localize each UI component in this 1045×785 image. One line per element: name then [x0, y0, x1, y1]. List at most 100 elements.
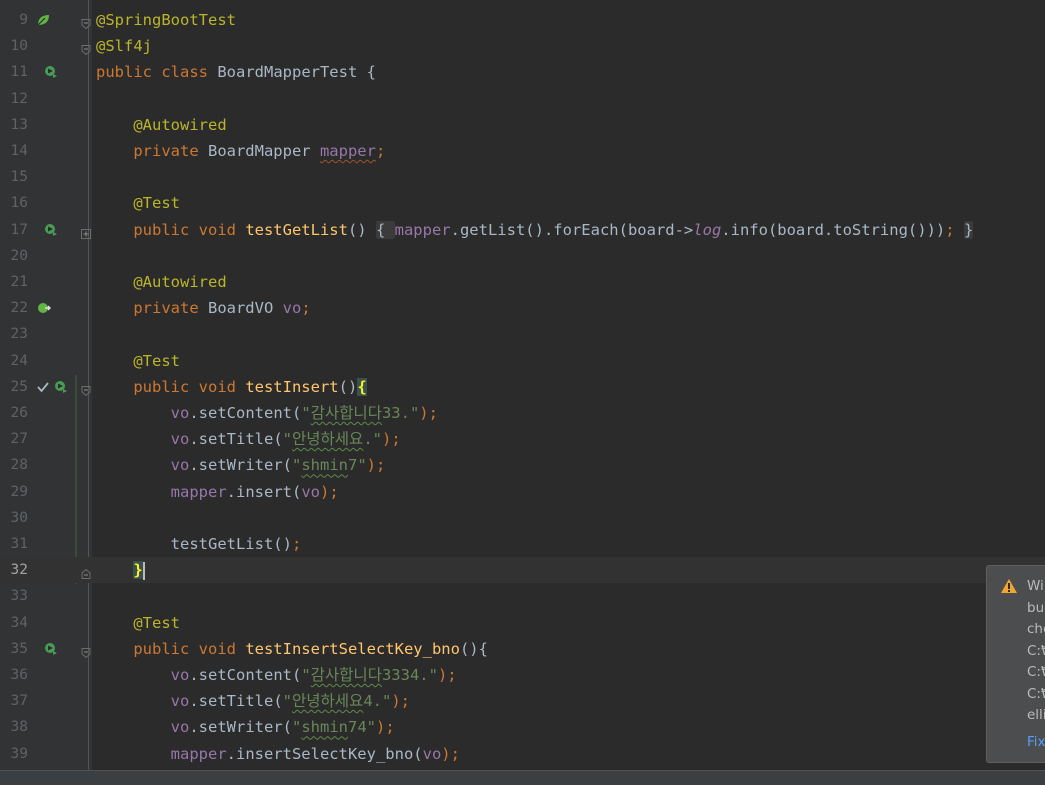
line-number[interactable]: 30 — [0, 505, 28, 531]
code-text[interactable]: @Test — [96, 190, 180, 216]
line-number[interactable]: 25 — [0, 374, 28, 400]
code-line[interactable]: 10 @Slf4j — [0, 33, 1045, 59]
line-number[interactable]: 33 — [0, 583, 28, 609]
code-text[interactable]: vo.setContent("감사합니다33."); — [96, 400, 438, 426]
line-number[interactable]: 20 — [0, 243, 28, 269]
line-number[interactable]: 9 — [0, 7, 28, 33]
code-line[interactable]: 23 — [0, 321, 1045, 347]
line-number[interactable]: 34 — [0, 610, 28, 636]
run-test-icon[interactable] — [44, 223, 58, 237]
line-number[interactable]: 38 — [0, 714, 28, 740]
code-line[interactable]: 22 private BoardVO vo; — [0, 295, 1045, 321]
code-line[interactable]: 26 vo.setContent("감사합니다33."); — [0, 400, 1045, 426]
code-text[interactable]: @Slf4j — [96, 33, 152, 59]
fold-icon[interactable] — [81, 225, 91, 239]
code-line[interactable]: 9 @SpringBootTest — [0, 7, 1045, 33]
code-token: mapper — [394, 220, 451, 239]
code-text[interactable]: mapper.insert(vo); — [96, 479, 339, 505]
run-test-icon[interactable] — [44, 65, 58, 79]
fold-icon[interactable] — [81, 644, 91, 658]
code-text[interactable]: testGetList(); — [96, 531, 302, 557]
code-text[interactable]: public void testInsert(){ — [96, 374, 367, 400]
code-line[interactable]: 39 mapper.insertSelectKey_bno(vo); — [0, 741, 1045, 767]
code-line[interactable]: 36 vo.setContent("감사합니다3334."); — [0, 662, 1045, 688]
line-number[interactable]: 13 — [0, 112, 28, 138]
code-line[interactable]: 34 @Test — [0, 610, 1045, 636]
code-token: " — [301, 666, 311, 684]
code-text[interactable]: public void testInsertSelectKey_bno(){ — [96, 636, 488, 662]
line-number[interactable]: 12 — [0, 86, 28, 112]
code-line[interactable]: 24 @Test — [0, 348, 1045, 374]
fix-link[interactable]: Fix — [1027, 734, 1045, 750]
autowired-bean-icon[interactable] — [37, 301, 51, 315]
code-line[interactable]: 27 vo.setTitle("안녕하세요."); — [0, 426, 1045, 452]
line-number[interactable]: 10 — [0, 33, 28, 59]
line-number[interactable]: 35 — [0, 636, 28, 662]
check-icon[interactable] — [36, 380, 50, 394]
code-text[interactable]: @Autowired — [96, 112, 226, 138]
line-number[interactable]: 22 — [0, 295, 28, 321]
code-text[interactable]: vo.setContent("감사합니다3334."); — [96, 662, 457, 688]
line-number[interactable]: 36 — [0, 662, 28, 688]
line-number[interactable]: 16 — [0, 190, 28, 216]
run-test-icon[interactable] — [54, 380, 68, 394]
code-line[interactable]: 20 — [0, 243, 1045, 269]
code-text[interactable]: vo.setTitle("안녕하세요4."); — [96, 688, 410, 714]
code-text[interactable]: public class BoardMapperTest { — [96, 59, 376, 85]
code-line[interactable]: 13 @Autowired — [0, 112, 1045, 138]
line-number[interactable]: 27 — [0, 426, 28, 452]
code-line[interactable]: 11 public class BoardMapperTest { — [0, 59, 1045, 85]
code-text[interactable]: vo.setWriter("shmin7"); — [96, 452, 386, 478]
code-text[interactable]: mapper.insertSelectKey_bno(vo); — [96, 741, 460, 767]
horizontal-scrollbar[interactable] — [0, 770, 1045, 785]
line-number[interactable]: 26 — [0, 400, 28, 426]
line-number[interactable]: 32 — [0, 557, 28, 583]
line-number[interactable]: 14 — [0, 138, 28, 164]
code-text[interactable]: private BoardMapper mapper; — [96, 138, 385, 164]
code-line[interactable]: 14 private BoardMapper mapper; — [0, 138, 1045, 164]
line-number[interactable]: 17 — [0, 217, 28, 243]
code-line[interactable]: 15 — [0, 164, 1045, 190]
code-line[interactable]: 21 @Autowired — [0, 269, 1045, 295]
spring-bean-icon[interactable] — [36, 13, 50, 27]
line-number[interactable]: 31 — [0, 531, 28, 557]
fold-icon[interactable] — [81, 15, 91, 30]
line-number[interactable]: 15 — [0, 164, 28, 190]
code-text[interactable]: vo.setTitle("안녕하세요."); — [96, 426, 401, 452]
line-number[interactable]: 29 — [0, 479, 28, 505]
code-text[interactable]: @Test — [96, 610, 180, 636]
line-number[interactable]: 11 — [0, 59, 28, 85]
code-text[interactable]: private BoardVO vo; — [96, 295, 310, 321]
code-token: @Test — [133, 613, 180, 632]
code-line[interactable]: 32 } — [0, 557, 1045, 584]
line-number[interactable]: 28 — [0, 452, 28, 478]
code-line[interactable]: 30 — [0, 505, 1045, 531]
line-number[interactable]: 21 — [0, 269, 28, 295]
code-line[interactable]: 31 testGetList(); — [0, 531, 1045, 557]
code-line[interactable]: 35 public void testInsertSelectKey_bno()… — [0, 636, 1045, 662]
code-line[interactable]: 28 vo.setWriter("shmin7"); — [0, 452, 1045, 478]
code-line[interactable]: 29 mapper.insert(vo); — [0, 479, 1045, 505]
code-line[interactable]: 17 public void testGetList() { mapper.ge… — [0, 217, 1045, 243]
code-line[interactable]: 16 @Test — [0, 190, 1045, 216]
code-line[interactable]: 37 vo.setTitle("안녕하세요4."); — [0, 688, 1045, 714]
fold-icon[interactable] — [81, 41, 91, 56]
code-line[interactable]: 38 vo.setWriter("shmin74"); — [0, 714, 1045, 740]
line-number[interactable]: 23 — [0, 321, 28, 347]
code-text[interactable]: @Test — [96, 348, 180, 374]
fold-icon[interactable] — [81, 565, 91, 580]
fold-icon[interactable] — [81, 382, 91, 396]
run-test-icon[interactable] — [44, 642, 58, 656]
warning-notification[interactable]: Wi bu che C:₩ C:₩ C:₩ elli Fix — [986, 565, 1045, 763]
code-text[interactable]: vo.setWriter("shmin74"); — [96, 714, 395, 740]
code-line[interactable]: 33 — [0, 583, 1045, 609]
line-number[interactable]: 37 — [0, 688, 28, 714]
code-text[interactable]: public void testGetList() { mapper.getLi… — [96, 217, 974, 243]
code-text[interactable]: @SpringBootTest — [96, 7, 236, 33]
line-number[interactable]: 39 — [0, 741, 28, 767]
code-text[interactable]: @Autowired — [96, 269, 226, 295]
code-line[interactable]: 12 — [0, 86, 1045, 112]
code-line[interactable]: 25 public void testInsert(){ — [0, 374, 1045, 400]
code-text[interactable]: } — [96, 557, 145, 583]
line-number[interactable]: 24 — [0, 348, 28, 374]
